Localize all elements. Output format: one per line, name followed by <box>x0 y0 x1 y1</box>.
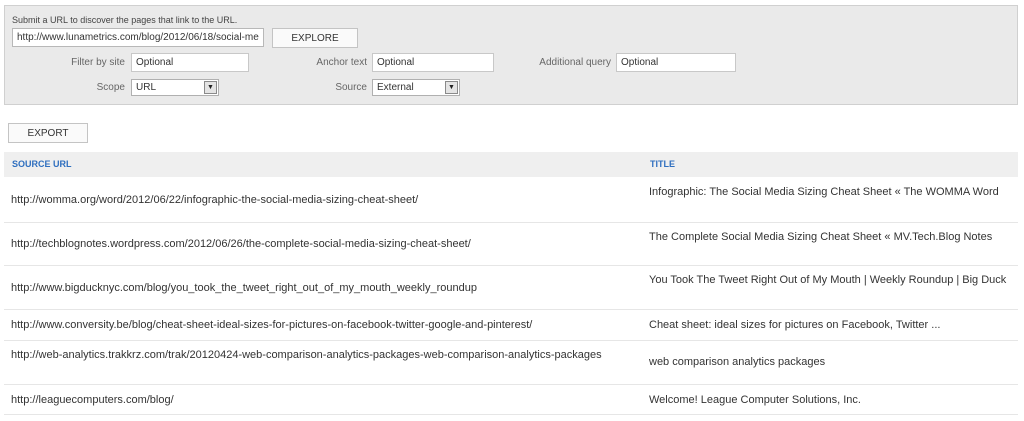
source-url-cell[interactable]: http://web-analytics.trakkrz.com/trak/20… <box>11 349 631 362</box>
title-cell: Cheat sheet: ideal sizes for pictures on… <box>649 319 941 331</box>
source-url-cell[interactable]: http://womma.org/word/2012/06/22/infogra… <box>11 194 631 207</box>
filter-by-site-input[interactable] <box>131 53 249 72</box>
scope-select-value: URL <box>136 82 157 93</box>
source-url-cell[interactable]: http://www.conversity.be/blog/cheat-shee… <box>11 319 631 332</box>
title-cell: web comparison analytics packages <box>649 356 826 368</box>
title-cell: Welcome! League Computer Solutions, Inc. <box>649 394 861 406</box>
search-panel: Submit a URL to discover the pages that … <box>4 5 1018 105</box>
title-header[interactable]: TITLE <box>650 152 675 177</box>
additional-query-label: Additional query <box>539 57 611 68</box>
export-button[interactable]: EXPORT <box>8 123 88 143</box>
table-row: http://techblognotes.wordpress.com/2012/… <box>4 223 1018 266</box>
source-url-header[interactable]: SOURCE URL <box>12 152 72 177</box>
source-url-cell[interactable]: http://www.bigducknyc.com/blog/you_took_… <box>11 282 631 295</box>
source-label: Source <box>335 82 367 93</box>
dropdown-arrow-icon[interactable]: ▼ <box>445 81 458 94</box>
table-header: SOURCE URL TITLE <box>4 152 1018 177</box>
table-row: http://www.bigducknyc.com/blog/you_took_… <box>4 266 1018 310</box>
title-cell: The Complete Social Media Sizing Cheat S… <box>649 231 993 243</box>
source-select[interactable]: External ▼ <box>372 79 460 96</box>
anchor-text-input[interactable] <box>372 53 494 72</box>
title-cell: You Took The Tweet Right Out of My Mouth… <box>649 274 1007 286</box>
dropdown-arrow-icon[interactable]: ▼ <box>204 81 217 94</box>
filter-by-site-label: Filter by site <box>71 57 125 68</box>
source-select-value: External <box>377 82 414 93</box>
table-row: http://womma.org/word/2012/06/22/infogra… <box>4 177 1018 223</box>
anchor-text-label: Anchor text <box>316 57 367 68</box>
title-cell: Infographic: The Social Media Sizing Che… <box>649 186 999 198</box>
scope-label: Scope <box>96 82 125 93</box>
source-url-cell[interactable]: http://techblognotes.wordpress.com/2012/… <box>11 238 631 251</box>
source-url-cell[interactable]: http://leaguecomputers.com/blog/ <box>11 394 631 407</box>
table-row: http://web-analytics.trakkrz.com/trak/20… <box>4 341 1018 385</box>
explore-button[interactable]: EXPLORE <box>272 28 358 48</box>
additional-query-input[interactable] <box>616 53 736 72</box>
table-row: http://www.conversity.be/blog/cheat-shee… <box>4 310 1018 341</box>
scope-select[interactable]: URL ▼ <box>131 79 219 96</box>
search-intro: Submit a URL to discover the pages that … <box>12 15 238 25</box>
table-row: http://leaguecomputers.com/blog/ Welcome… <box>4 385 1018 415</box>
url-input[interactable] <box>12 28 264 47</box>
